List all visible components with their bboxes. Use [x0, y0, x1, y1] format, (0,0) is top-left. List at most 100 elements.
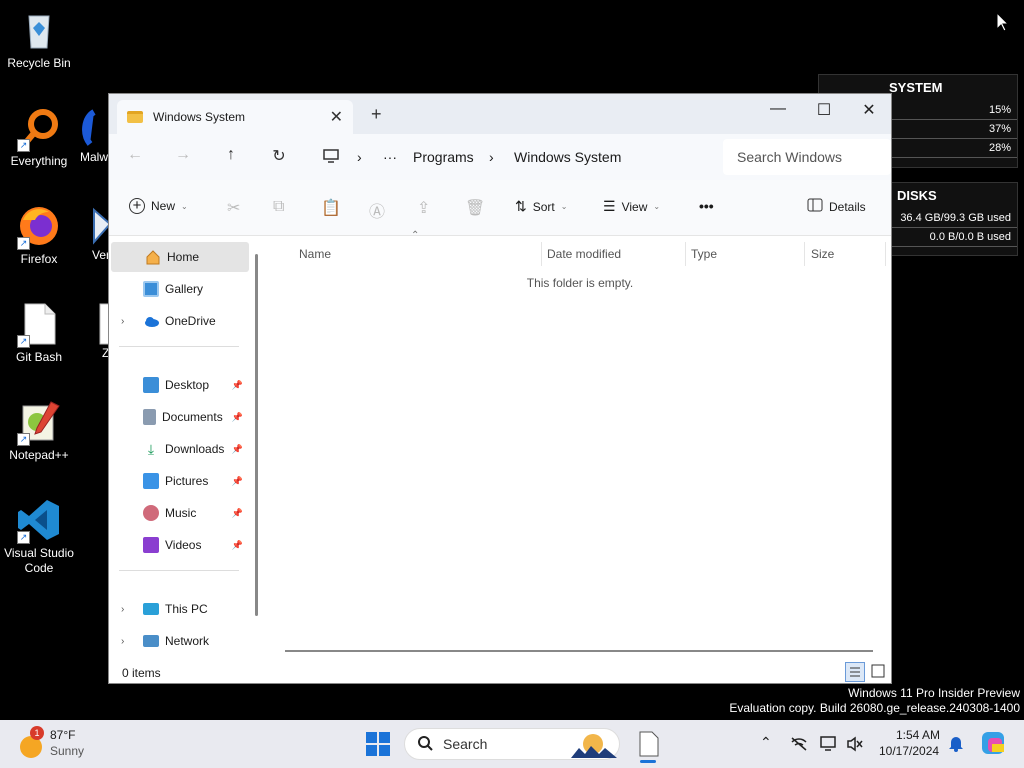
everything-icon: ↗ — [17, 106, 61, 152]
maximize-button[interactable]: ☐ — [809, 100, 839, 120]
weather-widget[interactable]: 1 87°F Sunny — [18, 726, 98, 762]
column-header-name[interactable]: Name — [299, 242, 331, 266]
tab-windows-system[interactable]: Windows System ✕ — [117, 100, 353, 134]
cut-icon[interactable]: ✂ — [227, 198, 240, 218]
new-tab-button[interactable]: + — [371, 104, 382, 125]
breadcrumb-programs[interactable]: Programs — [413, 149, 474, 165]
download-icon: ⤓ — [147, 441, 155, 457]
desktop-icon-recycle-bin[interactable]: Recycle Bin — [3, 8, 75, 71]
column-divider[interactable] — [685, 242, 686, 266]
pin-icon[interactable]: 📌 — [232, 540, 243, 551]
clock-time[interactable]: 1:54 AM — [896, 728, 940, 742]
start-button[interactable] — [366, 732, 390, 761]
details-view-toggle[interactable] — [845, 662, 865, 682]
new-button[interactable]: + New ⌄ — [129, 198, 188, 214]
sidebar-item-videos[interactable]: Videos 📌 — [109, 530, 247, 560]
sidebar-item-label: OneDrive — [165, 314, 216, 328]
pin-icon[interactable]: 📌 — [232, 444, 243, 455]
notification-bell-icon[interactable] — [948, 734, 964, 757]
close-tab-icon[interactable]: ✕ — [330, 107, 343, 127]
share-icon[interactable]: ⇪ — [417, 198, 430, 218]
up-button[interactable]: ↑ — [219, 146, 243, 164]
close-window-button[interactable]: ✕ — [854, 100, 884, 120]
chevron-right-icon[interactable]: › — [121, 316, 124, 327]
desktop-icon-veracrypt[interactable]: Ver — [80, 204, 110, 263]
address-bar: ← → ↑ ↻ › ··· Programs › Windows System … — [109, 134, 891, 201]
back-button[interactable]: ← — [123, 146, 147, 164]
horizontal-scrollbar[interactable] — [285, 650, 873, 652]
details-pane-button[interactable]: Details — [807, 198, 866, 215]
shortcut-arrow-icon: ↗ — [17, 433, 30, 446]
desktop-icon-malwarebytes[interactable]: Malw — [70, 106, 110, 165]
column-divider[interactable] — [885, 242, 886, 266]
refresh-button[interactable]: ↻ — [267, 146, 291, 166]
forward-button[interactable]: → — [171, 146, 195, 164]
display-icon[interactable] — [820, 736, 838, 757]
sidebar-scrollbar[interactable] — [255, 254, 258, 616]
sort-button[interactable]: ⇅ Sort ⌄ — [515, 198, 567, 215]
document-icon — [639, 731, 659, 757]
search-input[interactable]: Search Windows System — [723, 139, 891, 201]
sidebar-item-onedrive[interactable]: › OneDrive — [109, 306, 247, 336]
details-label: Details — [829, 199, 866, 214]
copy-icon[interactable]: ⧉ — [273, 198, 284, 216]
column-divider[interactable] — [804, 242, 805, 266]
large-icons-view-toggle[interactable] — [869, 662, 889, 682]
sidebar-item-desktop[interactable]: Desktop 📌 — [109, 370, 247, 400]
paste-icon[interactable]: 📋 — [321, 198, 341, 218]
delete-icon[interactable]: 🗑 — [465, 198, 485, 218]
desktop-icon-everything[interactable]: ↗ Everything — [3, 106, 75, 169]
pin-icon[interactable]: 📌 — [232, 412, 243, 423]
sidebar-item-music[interactable]: Music 📌 — [109, 498, 247, 528]
breadcrumb-overflow-button[interactable]: ··· — [383, 149, 397, 165]
sidebar-item-documents[interactable]: Documents 📌 — [109, 402, 247, 432]
column-header-size[interactable]: Size — [811, 242, 834, 266]
desktop-icon-notepadpp[interactable]: ↗ Notepad++ — [3, 400, 75, 463]
view-button[interactable]: ☰ View ⌄ — [603, 198, 660, 215]
windows-logo-icon — [366, 732, 390, 756]
breadcrumb-separator-icon[interactable]: › — [357, 149, 362, 165]
chevron-up-icon[interactable]: ⌃ — [760, 734, 772, 751]
sidebar-item-label: Pictures — [165, 474, 209, 488]
documents-icon — [143, 409, 156, 425]
sidebar-item-label: This PC — [165, 602, 208, 616]
sidebar-item-downloads[interactable]: ⤓ Downloads 📌 — [109, 434, 247, 464]
desktop-icon-label: Ver — [92, 248, 110, 262]
sidebar-item-network[interactable]: › Network — [109, 626, 247, 656]
desktop-icon-firefox[interactable]: ↗ Firefox — [3, 204, 75, 267]
chevron-right-icon[interactable]: › — [121, 636, 124, 647]
column-header-date-modified[interactable]: Date modified — [547, 242, 621, 266]
monitor-icon[interactable] — [323, 148, 339, 169]
copilot-icon[interactable] — [980, 730, 1006, 761]
music-icon — [143, 505, 159, 521]
pin-icon[interactable]: 📌 — [232, 380, 243, 391]
sidebar-item-this-pc[interactable]: › This PC — [109, 594, 247, 624]
chevron-right-icon[interactable]: › — [121, 604, 124, 615]
more-options-button[interactable]: ••• — [699, 198, 714, 214]
breadcrumb-separator-icon[interactable]: › — [489, 149, 494, 165]
sidebar-item-home[interactable]: Home — [111, 242, 249, 272]
taskbar-file-explorer-app[interactable] — [634, 728, 662, 764]
desktop-icon-git-bash[interactable]: ↗ Git Bash — [3, 302, 75, 365]
gallery-icon — [143, 281, 159, 297]
column-divider[interactable] — [541, 242, 542, 266]
sidebar-item-gallery[interactable]: Gallery — [109, 274, 247, 304]
pin-icon[interactable]: 📌 — [232, 476, 243, 487]
desktop-icon-label: Recycle Bin — [7, 56, 71, 70]
rename-icon[interactable]: Ⓐ — [369, 198, 385, 222]
breadcrumb-windows-system[interactable]: Windows System — [514, 149, 621, 165]
minimize-button[interactable]: — — [763, 100, 793, 118]
volume-muted-icon[interactable] — [846, 736, 864, 757]
search-highlight-icon — [571, 732, 617, 761]
network-off-icon[interactable] — [790, 736, 808, 757]
view-label: View — [621, 199, 648, 214]
column-header-type[interactable]: Type — [691, 242, 717, 266]
sidebar-item-label: Gallery — [165, 282, 204, 296]
desktop-icon-vscode[interactable]: ↗ Visual Studio Code — [3, 498, 75, 576]
sidebar-item-pictures[interactable]: Pictures 📌 — [109, 466, 247, 496]
clock-date[interactable]: 10/17/2024 — [879, 744, 939, 758]
pin-icon[interactable]: 📌 — [232, 508, 243, 519]
taskbar: 1 87°F Sunny Search ⌃ 1:54 AM 10/17/2024 — [0, 720, 1024, 768]
taskbar-search[interactable]: Search — [404, 728, 620, 760]
chevron-down-icon: ⌄ — [560, 202, 568, 211]
